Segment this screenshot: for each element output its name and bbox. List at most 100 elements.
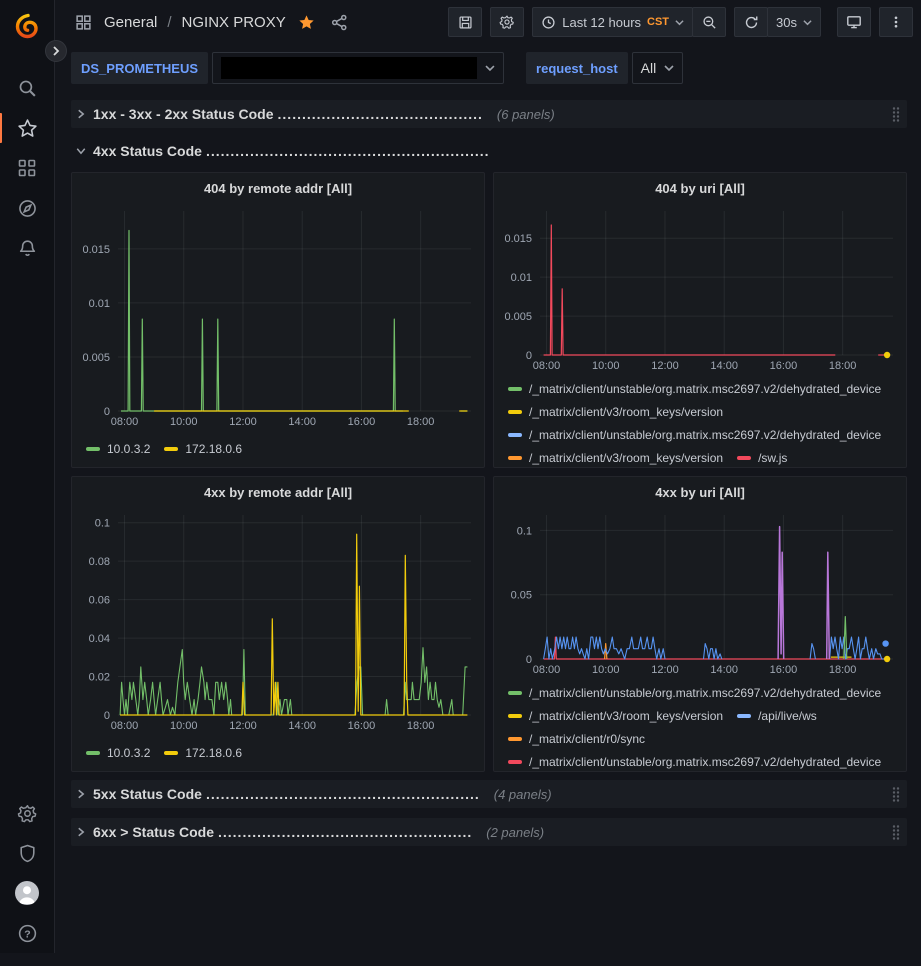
variable-value-ds-prometheus[interactable] (212, 52, 504, 84)
legend-item[interactable]: /sw.js (737, 446, 787, 467)
panel-title[interactable]: 4xx by uri [All] (494, 477, 906, 507)
row-drag-handle[interactable] (891, 106, 901, 122)
svg-text:12:00: 12:00 (229, 416, 257, 428)
tv-mode-button[interactable] (837, 7, 871, 37)
breadcrumb: General / NGINX PROXY (71, 10, 352, 35)
chart-svg: 08:0010:0012:0014:0016:0018:0000.0050.01… (494, 203, 906, 375)
row-title: 1xx - 3xx - 2xx Status Code (93, 106, 274, 122)
svg-text:14:00: 14:00 (288, 720, 316, 732)
legend-label: /_matrix/client/unstable/org.matrix.msc2… (529, 428, 881, 442)
sidebar-item-configuration[interactable] (7, 793, 47, 833)
star-filled-icon[interactable] (294, 10, 319, 35)
row-drag-handle[interactable] (891, 786, 901, 802)
legend-item[interactable]: /_matrix/client/v3/room_keys/version (508, 704, 723, 727)
variable-label-request-host[interactable]: request_host (526, 52, 628, 84)
sidebar-expand-button[interactable] (45, 40, 67, 62)
redacted-value (221, 57, 477, 79)
panel-legend: /_matrix/client/unstable/org.matrix.msc2… (494, 679, 906, 771)
legend-item[interactable]: /_matrix/client/v3/room_keys/version (508, 446, 723, 467)
row-title: 4xx Status Code (93, 143, 202, 159)
chevron-down-icon (803, 18, 812, 27)
row-header-5xx[interactable]: 5xx Status Code ........................… (71, 780, 907, 808)
svg-text:16:00: 16:00 (348, 416, 376, 428)
legend-item[interactable]: 172.18.0.6 (164, 438, 242, 461)
zoom-out-time-button[interactable] (692, 7, 726, 37)
chart-canvas[interactable]: 08:0010:0012:0014:0016:0018:0000.050.1 (494, 507, 906, 679)
row-header-1xx[interactable]: 1xx - 3xx - 2xx Status Code ............… (71, 100, 907, 128)
svg-text:10:00: 10:00 (592, 664, 620, 676)
clock-icon (541, 15, 556, 30)
refresh-interval-dropdown[interactable]: 30s (767, 7, 821, 37)
panel-title[interactable]: 4xx by remote addr [All] (72, 477, 484, 507)
chart-svg: 08:0010:0012:0014:0016:0018:0000.0050.01… (72, 203, 484, 431)
svg-text:0.015: 0.015 (82, 244, 110, 256)
panel-legend: /_matrix/client/unstable/org.matrix.msc2… (494, 375, 906, 467)
dashboards-grid-icon (17, 158, 37, 178)
monitor-icon (846, 14, 862, 30)
breadcrumb-section[interactable]: General (104, 14, 157, 31)
dashboard-settings-button[interactable] (490, 7, 524, 37)
search-icon[interactable] (7, 68, 47, 108)
row-title: 6xx > Status Code (93, 824, 214, 840)
chart-canvas[interactable]: 08:0010:0012:0014:0016:0018:0000.0050.01… (494, 203, 906, 375)
legend-item[interactable]: /_matrix/client/unstable/org.matrix.msc2… (508, 681, 881, 704)
svg-text:0.015: 0.015 (504, 233, 532, 245)
timezone-label: CST (647, 16, 669, 28)
svg-text:0.005: 0.005 (504, 311, 532, 323)
save-dashboard-button[interactable] (448, 7, 482, 37)
apps-grid-icon[interactable] (71, 10, 96, 35)
legend-item[interactable]: 10.0.3.2 (86, 438, 150, 461)
legend-label: 10.0.3.2 (107, 442, 150, 456)
grafana-logo[interactable] (7, 6, 47, 46)
panel-title[interactable]: 404 by remote addr [All] (72, 173, 484, 203)
legend-swatch (508, 714, 522, 718)
time-picker-button[interactable]: Last 12 hours CST (532, 7, 693, 37)
sidebar-item-dashboards[interactable] (7, 148, 47, 188)
sidebar-item-profile[interactable] (7, 873, 47, 913)
sidebar-item-explore[interactable] (7, 188, 47, 228)
variable-label-ds-prometheus[interactable]: DS_PROMETHEUS (71, 52, 208, 84)
panel-title[interactable]: 404 by uri [All] (494, 173, 906, 203)
share-icon[interactable] (327, 10, 352, 35)
svg-text:10:00: 10:00 (592, 360, 620, 372)
compass-icon (17, 198, 38, 219)
dashboard-toolbar: General / NGINX PROXY (55, 0, 921, 44)
sidebar-item-help[interactable]: ? (7, 913, 47, 953)
svg-text:08:00: 08:00 (111, 416, 139, 428)
panel-grid: 404 by remote addr [All] 08:0010:0012:00… (71, 172, 907, 772)
sidebar: ? (0, 0, 55, 953)
variables-row: DS_PROMETHEUS request_host All (55, 44, 921, 96)
row-drag-handle[interactable] (891, 824, 901, 840)
refresh-button[interactable] (734, 7, 768, 37)
legend-item[interactable]: /_matrix/client/r0/sync (508, 727, 645, 750)
legend-swatch (508, 410, 522, 414)
legend-item[interactable]: /_matrix/client/unstable/org.matrix.msc2… (508, 750, 881, 771)
legend-item[interactable]: 10.0.3.2 (86, 742, 150, 765)
legend-label: /_matrix/client/unstable/org.matrix.msc2… (529, 686, 881, 700)
svg-text:14:00: 14:00 (710, 664, 738, 676)
row-header-4xx[interactable]: 4xx Status Code ........................… (71, 138, 907, 164)
legend-item[interactable]: 172.18.0.6 (164, 742, 242, 765)
chart-svg: 08:0010:0012:0014:0016:0018:0000.020.040… (72, 507, 484, 735)
gear-icon (17, 803, 38, 824)
chevron-right-icon (75, 826, 87, 838)
sidebar-item-alerting[interactable] (7, 228, 47, 268)
kebab-menu-button[interactable] (879, 7, 913, 37)
row-title: 5xx Status Code (93, 786, 202, 802)
chart-canvas[interactable]: 08:0010:0012:0014:0016:0018:0000.0050.01… (72, 203, 484, 431)
variable-value-request-host[interactable]: All (632, 52, 684, 84)
bell-icon (17, 238, 38, 259)
legend-item[interactable]: /api/live/ws (737, 704, 817, 727)
row-header-6xx[interactable]: 6xx > Status Code ......................… (71, 818, 907, 846)
legend-item[interactable]: /_matrix/client/unstable/org.matrix.msc2… (508, 377, 881, 400)
sidebar-item-server-admin[interactable] (7, 833, 47, 873)
panel-404-by-uri: 404 by uri [All] 08:0010:0012:0014:0016:… (493, 172, 907, 468)
legend-item[interactable]: /_matrix/client/v3/room_keys/version (508, 400, 723, 423)
dashboard-title[interactable]: NGINX PROXY (182, 14, 286, 31)
chart-canvas[interactable]: 08:0010:0012:0014:0016:0018:0000.020.040… (72, 507, 484, 735)
legend-swatch (164, 751, 178, 755)
save-icon (458, 15, 473, 30)
sidebar-item-starred[interactable] (7, 108, 47, 148)
chevron-right-icon (75, 108, 87, 120)
legend-item[interactable]: /_matrix/client/unstable/org.matrix.msc2… (508, 423, 881, 446)
